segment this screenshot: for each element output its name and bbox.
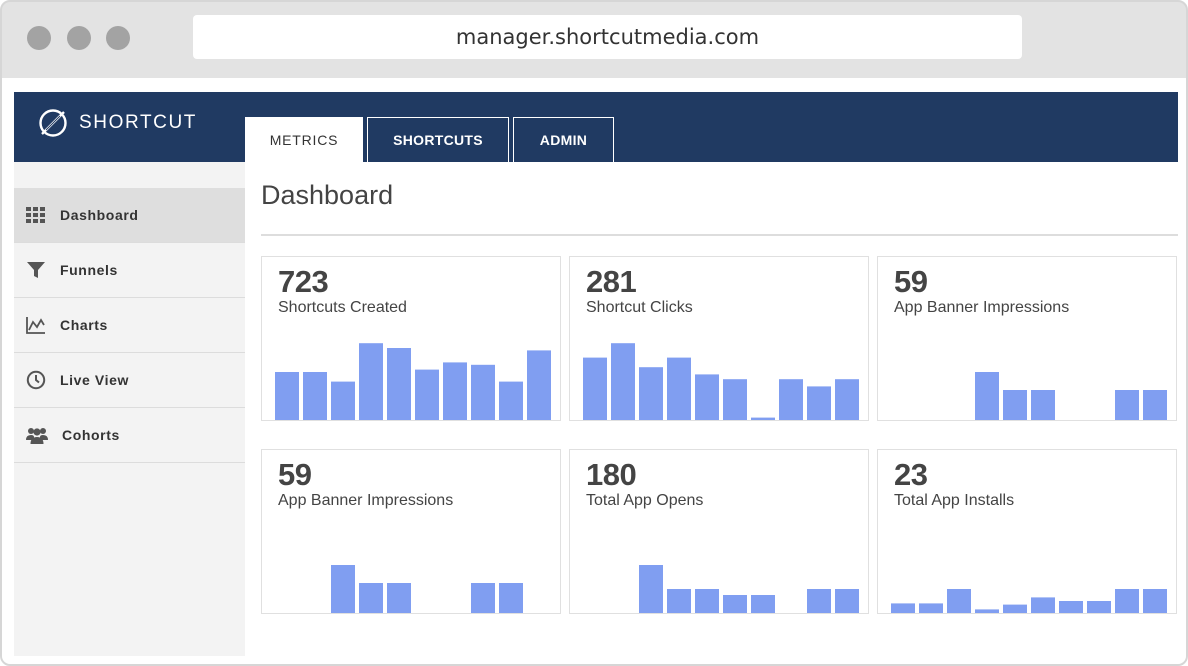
chart-bar [611, 343, 635, 420]
chart-bar [331, 381, 355, 420]
users-icon [26, 428, 48, 444]
sidebar-item-label: Dashboard [60, 207, 139, 223]
window-minimize-dot[interactable] [67, 26, 91, 50]
title-divider [261, 234, 1178, 236]
metric-card[interactable]: 59 App Banner Impressions [261, 449, 561, 614]
tab-shortcuts[interactable]: SHORTCUTS [367, 117, 509, 162]
chart-bar [527, 350, 551, 420]
chart-bar [1031, 390, 1055, 420]
top-nav: SHORTCUT METRICS SHORTCUTS ADMIN [14, 92, 1178, 162]
sidebar-item-label: Funnels [60, 262, 118, 278]
chart-bar [471, 364, 495, 420]
brand[interactable]: SHORTCUT [37, 106, 197, 140]
page-viewport: SHORTCUT METRICS SHORTCUTS ADMIN Dashboa… [2, 78, 1186, 664]
chart-bar [891, 603, 915, 613]
chart-bar [443, 362, 467, 420]
sidebar-item-label: Charts [60, 317, 108, 333]
chart-bar [695, 589, 719, 613]
chart-bar [751, 417, 775, 420]
chart-bar [275, 372, 299, 420]
chart-bar [751, 595, 775, 613]
chart-bar [835, 589, 859, 613]
chart-bar [723, 379, 747, 420]
chart-bar [1087, 601, 1111, 613]
funnel-icon [27, 262, 45, 278]
chart-bar [695, 374, 719, 420]
chart-bar [1059, 601, 1083, 613]
browser-window: manager.shortcutmedia.com SHORTCUT METRI… [0, 0, 1188, 666]
chart-bar [779, 379, 803, 420]
bar-chart [331, 565, 523, 613]
chart-bar [975, 609, 999, 613]
chart-bar [667, 357, 691, 420]
window-close-dot[interactable] [27, 26, 51, 50]
chart-bar [639, 367, 663, 420]
chart-bar [919, 603, 943, 613]
bar-chart [275, 343, 551, 420]
chart-bar [387, 348, 411, 420]
brand-name: SHORTCUT [79, 112, 198, 133]
bar-chart [975, 372, 1167, 420]
sidebar-item-live-view[interactable]: Live View [14, 353, 245, 408]
metric-card[interactable]: 723 Shortcuts Created [261, 256, 561, 421]
chart-bar [583, 357, 607, 420]
chart-bar [1143, 390, 1167, 420]
sidebar-item-dashboard[interactable]: Dashboard [14, 188, 245, 243]
window-maximize-dot[interactable] [106, 26, 130, 50]
chart-bar [667, 589, 691, 613]
bar-chart [891, 589, 1167, 613]
chart-bar [1003, 604, 1027, 613]
chart-bar [303, 372, 327, 420]
metric-card[interactable]: 180 Total App Opens [569, 449, 869, 614]
main-content: Dashboard 723 Shortcuts Created 281 Shor… [261, 162, 1178, 656]
bar-chart [583, 343, 859, 420]
chart-bar [1143, 589, 1167, 613]
chart-bar [1115, 390, 1139, 420]
page-title: Dashboard [261, 180, 394, 210]
chart-bar [331, 565, 355, 613]
chart-bar [499, 583, 523, 613]
metric-card[interactable]: 23 Total App Installs [877, 449, 1177, 614]
chart-bar [807, 589, 831, 613]
clock-icon [26, 370, 46, 390]
chart-bar [359, 343, 383, 420]
sidebar-item-label: Live View [60, 372, 129, 388]
chart-bar [1031, 597, 1055, 613]
address-bar[interactable]: manager.shortcutmedia.com [193, 15, 1022, 59]
chart-bar [415, 369, 439, 420]
url-text: manager.shortcutmedia.com [455, 25, 760, 49]
chart-bar [387, 583, 411, 613]
chart-bar [835, 379, 859, 420]
chart-bar [499, 381, 523, 420]
sidebar-item-label: Cohorts [62, 427, 120, 443]
chart-bar [807, 386, 831, 420]
chart-bar [639, 565, 663, 613]
bar-chart [639, 565, 859, 613]
line-chart-icon [26, 317, 45, 334]
sidebar-item-charts[interactable]: Charts [14, 298, 245, 353]
grid-icon [26, 207, 45, 223]
chart-bar [1115, 589, 1139, 613]
shortcut-logo-icon [39, 109, 67, 137]
tab-metrics[interactable]: METRICS [245, 117, 363, 162]
chart-bar [359, 583, 383, 613]
chart-bar [723, 595, 747, 613]
chart-bar [1003, 390, 1027, 420]
chart-bar [975, 372, 999, 420]
chart-bar [947, 589, 971, 613]
sidebar-item-cohorts[interactable]: Cohorts [14, 408, 245, 463]
sidebar: Dashboard Funnels Charts Live View Cohor… [14, 162, 245, 656]
chart-bar [471, 583, 495, 613]
tab-admin[interactable]: ADMIN [513, 117, 614, 162]
metric-card[interactable]: 281 Shortcut Clicks [569, 256, 869, 421]
metric-card[interactable]: 59 App Banner Impressions [877, 256, 1177, 421]
sidebar-item-funnels[interactable]: Funnels [14, 243, 245, 298]
